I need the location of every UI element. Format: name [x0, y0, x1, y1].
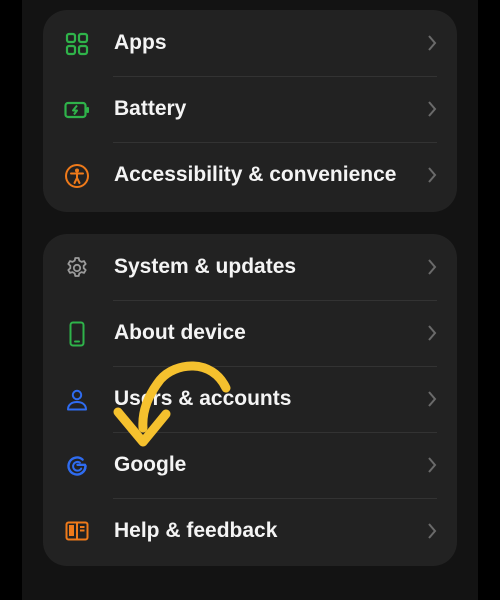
settings-item-label: Apps — [114, 31, 167, 54]
accessibility-icon — [64, 163, 90, 189]
settings-item-apps[interactable]: Apps — [43, 10, 457, 76]
chevron-right-icon — [428, 325, 437, 341]
settings-group-apps: Apps Battery Accessibility & convenience — [43, 10, 457, 212]
user-icon — [64, 387, 90, 413]
settings-item-google[interactable]: Google — [43, 432, 457, 498]
gear-icon — [64, 255, 90, 281]
settings-item-label: About device — [114, 321, 246, 344]
settings-item-label: Battery — [114, 97, 187, 120]
chevron-right-icon — [428, 523, 437, 539]
settings-item-users-accounts[interactable]: Users & accounts — [43, 366, 457, 432]
phone-icon — [64, 321, 90, 347]
chevron-right-icon — [428, 457, 437, 473]
apps-grid-icon — [64, 31, 90, 57]
settings-item-label: Accessibility & convenience — [114, 163, 397, 186]
help-book-icon — [64, 519, 90, 545]
chevron-right-icon — [428, 167, 437, 183]
chevron-right-icon — [428, 259, 437, 275]
battery-icon — [64, 97, 90, 123]
settings-item-label: Help & feedback — [114, 519, 278, 542]
settings-item-help-feedback[interactable]: Help & feedback — [43, 498, 457, 564]
chevron-right-icon — [428, 101, 437, 117]
settings-item-label: System & updates — [114, 255, 297, 278]
settings-screen: Apps Battery Accessibility & convenience… — [22, 0, 478, 600]
settings-item-accessibility[interactable]: Accessibility & convenience — [43, 142, 457, 208]
chevron-right-icon — [428, 391, 437, 407]
chevron-right-icon — [428, 35, 437, 51]
settings-group-system: System & updates About device Users & ac… — [43, 234, 457, 566]
settings-item-label: Users & accounts — [114, 387, 292, 410]
settings-item-about-device[interactable]: About device — [43, 300, 457, 366]
settings-item-system-updates[interactable]: System & updates — [43, 234, 457, 300]
google-icon — [64, 453, 90, 479]
settings-item-label: Google — [114, 453, 187, 476]
settings-item-battery[interactable]: Battery — [43, 76, 457, 142]
